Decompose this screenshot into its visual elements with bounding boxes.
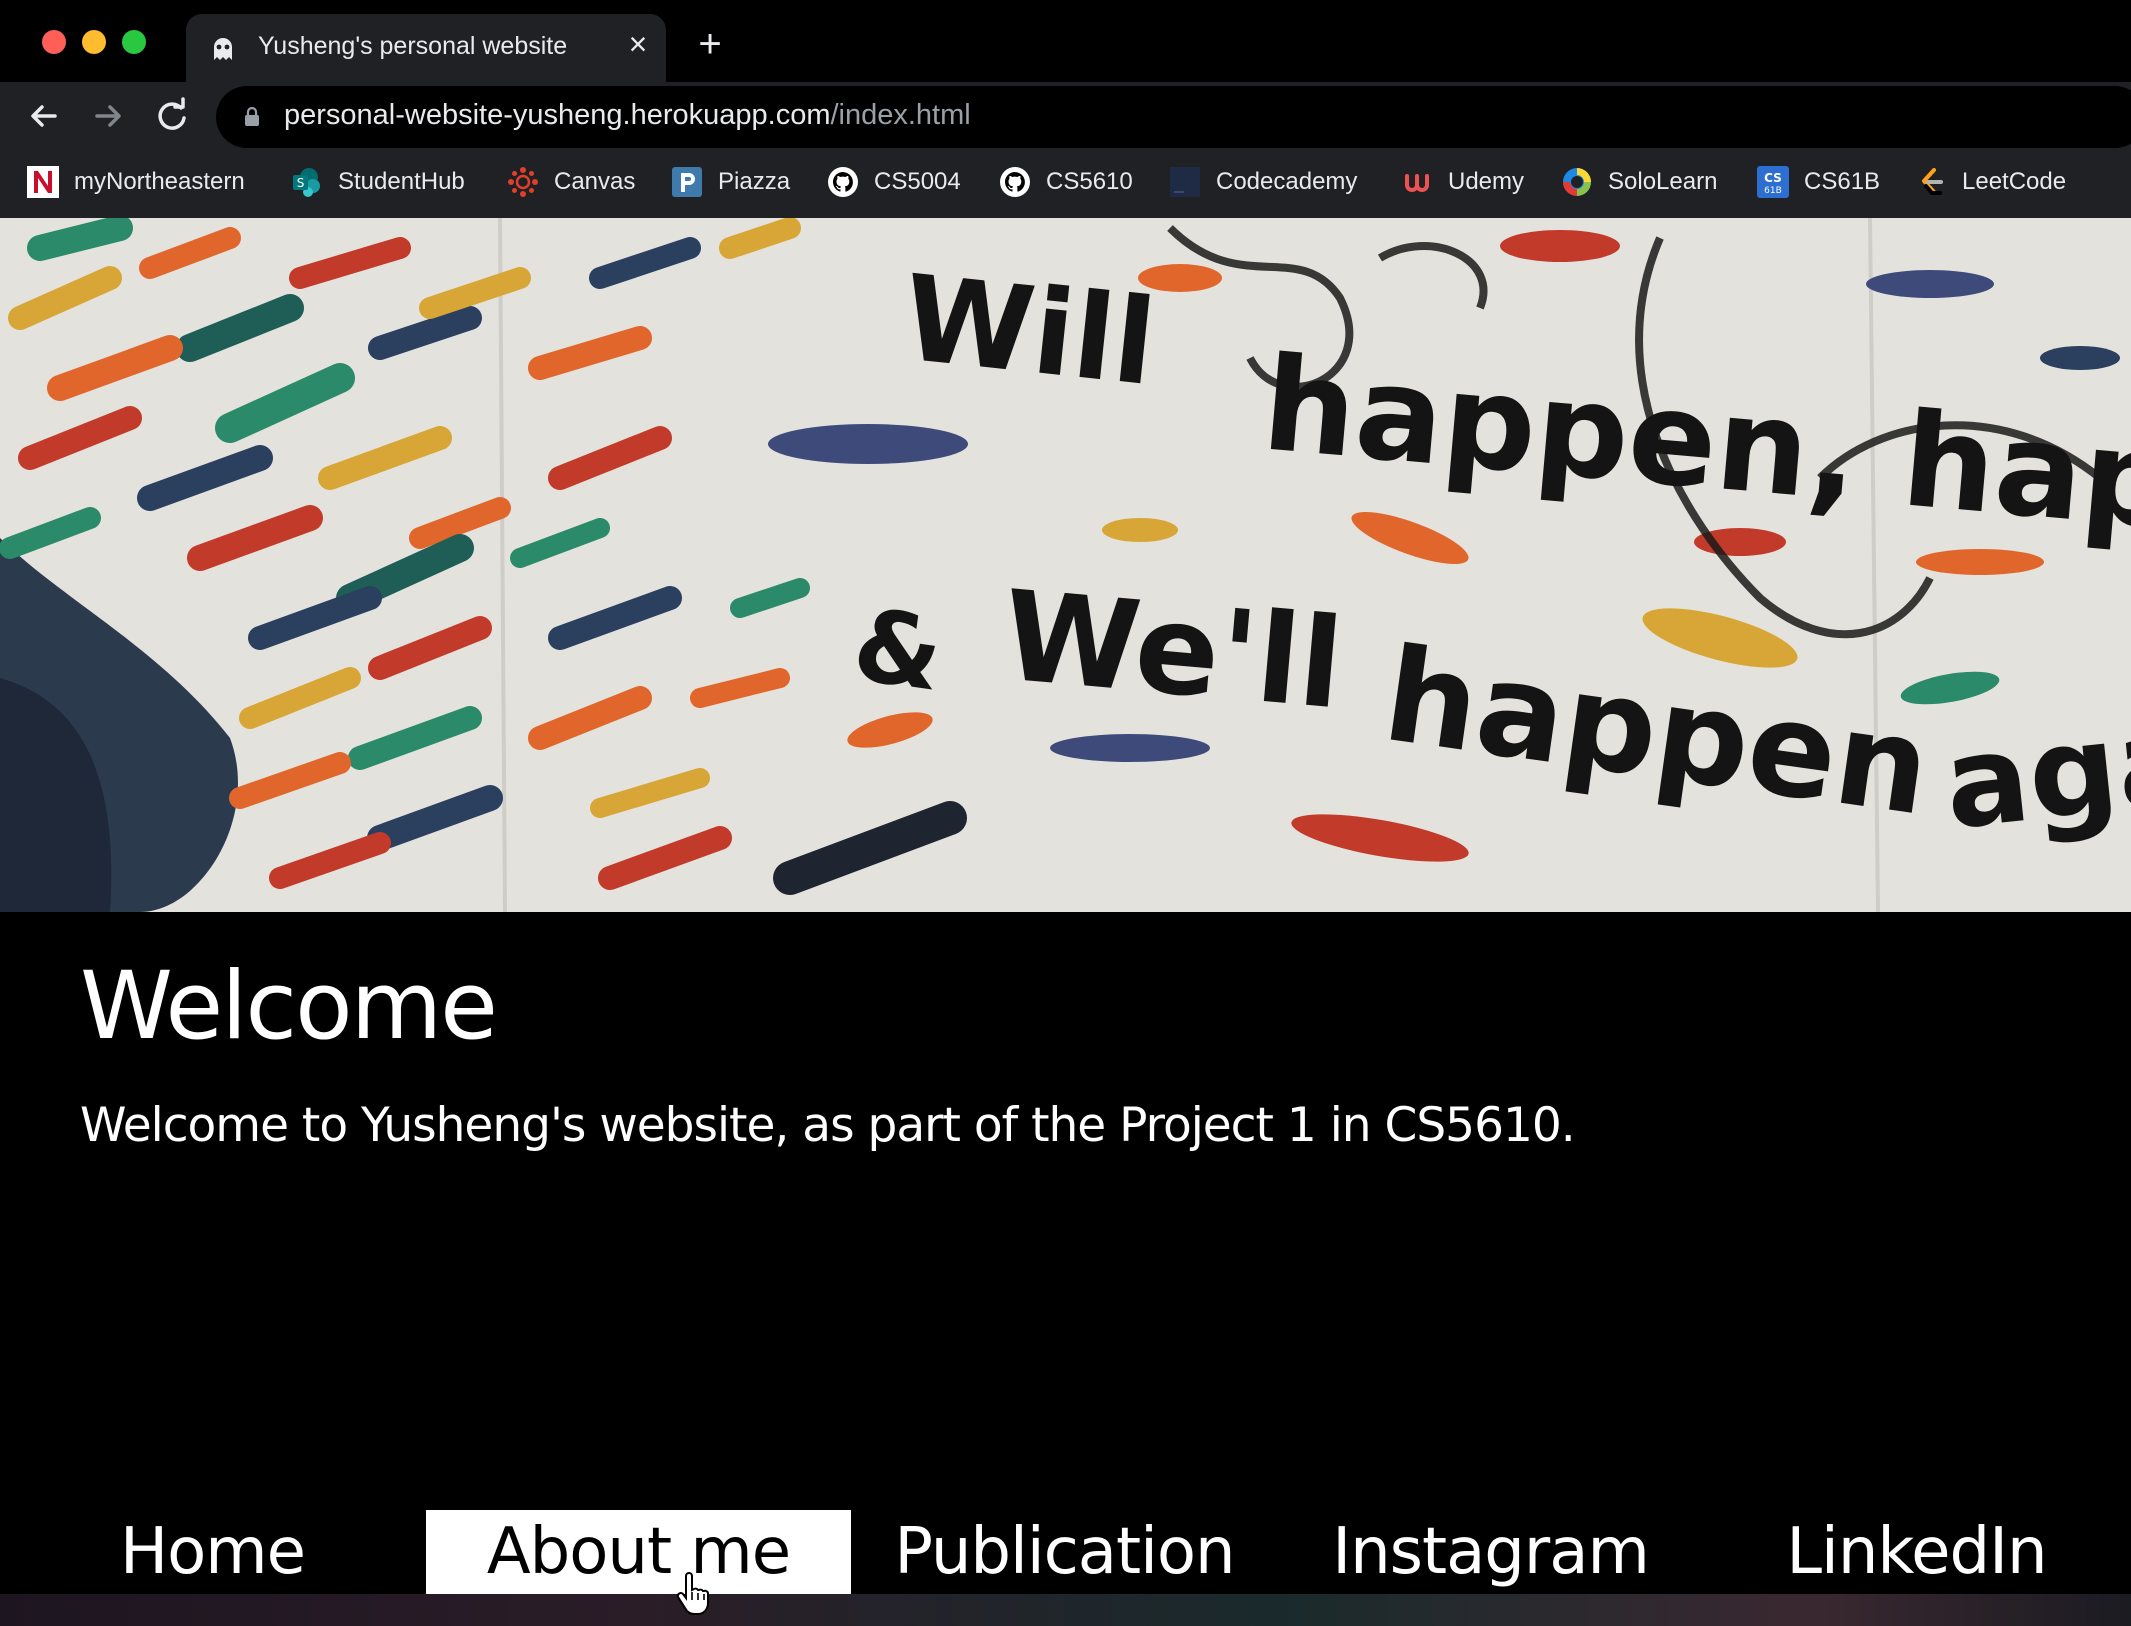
hand-pointer-cursor-icon <box>676 1572 709 1615</box>
bookmark-codecademy[interactable]: Codecademy <box>1168 162 1357 202</box>
github-icon <box>998 165 1032 199</box>
bookmark-label: StudentHub <box>338 168 465 195</box>
bookmark-label: SoloLearn <box>1608 168 1718 195</box>
bookmarks-bar: myNortheastern S StudentHub Canvas Piazz… <box>0 148 2131 218</box>
bookmark-studenthub[interactable]: S StudentHub <box>290 162 465 202</box>
sharepoint-icon: S <box>290 165 324 199</box>
github-icon <box>826 165 860 199</box>
nav-link-home[interactable]: Home <box>0 1510 425 1594</box>
bookmark-label: Udemy <box>1448 168 1525 195</box>
main-navigation: Home About me Publication Instagram Link… <box>0 1510 2131 1594</box>
bookmark-canvas[interactable]: Canvas <box>506 162 635 202</box>
bookmark-cs5004[interactable]: CS5004 <box>826 162 961 202</box>
nav-link-about-me[interactable]: About me <box>426 1510 851 1594</box>
new-tab-icon[interactable]: + <box>692 24 728 64</box>
svg-text:61B: 61B <box>1764 186 1782 196</box>
url-host: personal-website-yusheng.herokuapp.com <box>284 99 831 131</box>
browser-toolbar: personal-website-yusheng.herokuapp.com/i… <box>0 82 2131 148</box>
zoom-window-button[interactable] <box>122 30 146 54</box>
tab-title: Yusheng's personal website <box>258 32 568 60</box>
cs61b-icon: CS 61B <box>1756 165 1790 199</box>
close-tab-icon[interactable]: × <box>622 28 654 60</box>
footer-background-strip <box>0 1594 2131 1626</box>
bookmark-label: CS5610 <box>1046 168 1133 195</box>
bookmark-sololearn[interactable]: SoloLearn <box>1560 162 1717 202</box>
bookmark-udemy[interactable]: Udemy <box>1400 162 1524 202</box>
bookmark-piazza[interactable]: Piazza <box>670 162 790 202</box>
nav-link-publication[interactable]: Publication <box>852 1510 1277 1594</box>
svg-text:Will: Will <box>897 249 1162 413</box>
bookmark-label: CS61B <box>1804 168 1881 195</box>
udemy-icon <box>1400 165 1434 199</box>
graffiti-mural-image: Will happen, hap & We'll happen aga <box>0 218 2131 912</box>
url-text: personal-website-yusheng.herokuapp.com/i… <box>284 99 971 132</box>
bookmark-mynortheastern[interactable]: myNortheastern <box>26 162 245 202</box>
bookmark-cs61b[interactable]: CS 61B CS61B <box>1756 162 1880 202</box>
northeastern-icon <box>26 165 60 199</box>
lock-icon[interactable] <box>244 107 260 127</box>
close-window-button[interactable] <box>42 30 66 54</box>
piazza-icon <box>670 165 704 199</box>
welcome-description: Welcome to Yusheng's website, as part of… <box>80 1098 1576 1153</box>
hero-banner-image: Will happen, hap & We'll happen aga <box>0 218 2131 912</box>
svg-text:CS: CS <box>1764 171 1782 185</box>
forward-arrow-icon[interactable] <box>86 94 130 138</box>
bookmark-label: CS5004 <box>874 168 961 195</box>
bookmark-label: LeetCode <box>1962 168 2067 195</box>
svg-text:We'll: We'll <box>997 564 1348 737</box>
nav-link-linkedin[interactable]: LinkedIn <box>1704 1510 2129 1594</box>
minimize-window-button[interactable] <box>82 30 106 54</box>
svg-text:aga: aga <box>1938 688 2131 858</box>
bookmark-label: Canvas <box>554 168 636 195</box>
bookmark-label: Piazza <box>718 168 791 195</box>
page-title: Welcome <box>80 952 498 1061</box>
bookmark-label: myNortheastern <box>74 168 245 195</box>
codecademy-icon <box>1168 165 1202 199</box>
nav-link-instagram[interactable]: Instagram <box>1278 1510 1703 1594</box>
reload-icon[interactable] <box>150 94 194 138</box>
back-arrow-icon[interactable] <box>22 94 66 138</box>
browser-tab-bar: Yusheng's personal website × + <box>0 0 2131 82</box>
canvas-icon <box>506 165 540 199</box>
bookmark-cs5610[interactable]: CS5610 <box>998 162 1133 202</box>
bookmark-leetcode[interactable]: LeetCode <box>1914 162 2066 202</box>
leetcode-icon <box>1914 165 1948 199</box>
url-path: /index.html <box>830 99 971 131</box>
svg-text:&: & <box>847 586 950 714</box>
svg-text:S: S <box>297 176 305 190</box>
bookmark-label: Codecademy <box>1216 168 1358 195</box>
ghost-favicon-icon <box>214 38 232 60</box>
address-bar[interactable]: personal-website-yusheng.herokuapp.com/i… <box>216 86 2131 148</box>
browser-tab[interactable]: Yusheng's personal website × <box>186 14 666 82</box>
sololearn-icon <box>1560 165 1594 199</box>
